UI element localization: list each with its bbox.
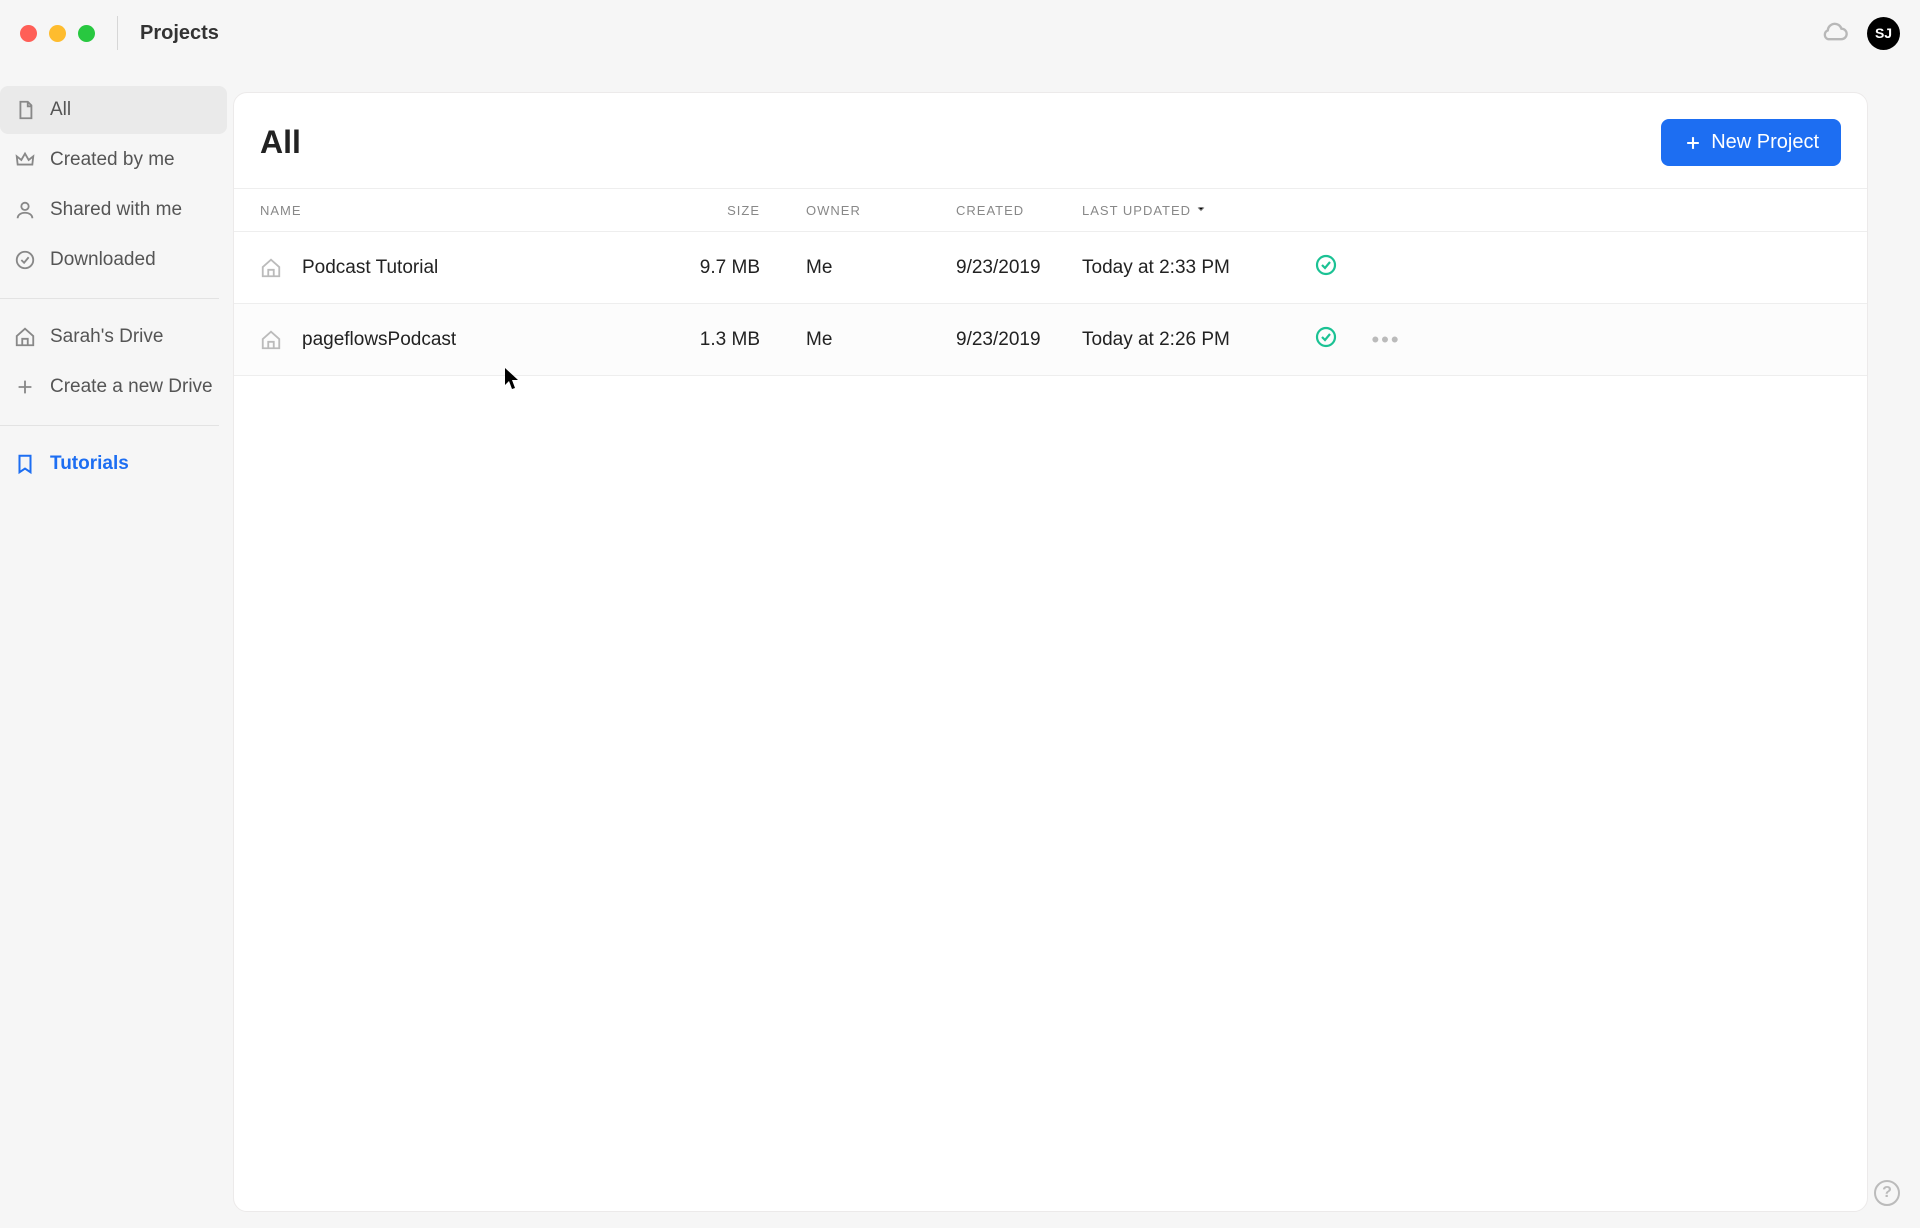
plus-icon xyxy=(14,376,36,398)
project-last-updated: Today at 2:26 PM xyxy=(1082,329,1296,351)
new-project-label: New Project xyxy=(1711,131,1819,154)
home-icon xyxy=(260,257,282,279)
sidebar-filter-all[interactable]: All xyxy=(0,86,227,134)
document-icon xyxy=(14,99,36,121)
sort-descending-icon xyxy=(1195,203,1207,218)
crown-icon xyxy=(14,149,36,171)
minimize-window-button[interactable] xyxy=(49,25,66,42)
main-area: All New Project NAME SIZE OWNER CREATED … xyxy=(233,66,1868,1228)
sidebar-drive-label: Sarah's Drive xyxy=(50,326,163,348)
column-header-created[interactable]: CREATED xyxy=(956,203,1082,218)
column-header-size[interactable]: SIZE xyxy=(660,203,760,218)
project-size: 9.7 MB xyxy=(660,257,760,279)
sidebar-filter-label: All xyxy=(50,99,71,121)
person-icon xyxy=(14,199,36,221)
table-row[interactable]: pageflowsPodcast 1.3 MB Me 9/23/2019 Tod… xyxy=(234,304,1867,376)
sidebar-drive-item[interactable]: Sarah's Drive xyxy=(0,313,227,361)
column-header-last-updated-label: LAST UPDATED xyxy=(1082,203,1191,218)
fullscreen-window-button[interactable] xyxy=(78,25,95,42)
titlebar: Projects SJ xyxy=(0,0,1920,66)
close-window-button[interactable] xyxy=(20,25,37,42)
column-header-owner[interactable]: OWNER xyxy=(806,203,956,218)
sidebar-tutorials-label: Tutorials xyxy=(50,453,129,475)
projects-panel: All New Project NAME SIZE OWNER CREATED … xyxy=(233,92,1868,1212)
user-avatar[interactable]: SJ xyxy=(1867,17,1900,50)
new-project-button[interactable]: New Project xyxy=(1661,119,1841,166)
help-label: ? xyxy=(1882,1184,1892,1202)
help-button[interactable]: ? xyxy=(1874,1180,1900,1206)
table-body: Podcast Tutorial 9.7 MB Me 9/23/2019 Tod… xyxy=(234,232,1867,376)
panel-title: All xyxy=(260,124,301,161)
synced-check-icon xyxy=(1314,325,1338,355)
sidebar-separator xyxy=(0,425,219,426)
sidebar-create-drive-label: Create a new Drive xyxy=(50,376,213,398)
project-created: 9/23/2019 xyxy=(956,257,1082,279)
project-owner: Me xyxy=(806,257,956,279)
bookmark-icon xyxy=(14,453,36,475)
project-owner: Me xyxy=(806,329,956,351)
sidebar-filter-label: Shared with me xyxy=(50,199,182,221)
home-icon xyxy=(14,326,36,348)
sidebar: All Created by me Shared with me Downloa… xyxy=(0,66,233,1228)
sidebar-separator xyxy=(0,298,219,299)
plus-icon xyxy=(1683,133,1703,153)
cloud-sync-icon[interactable] xyxy=(1821,17,1849,50)
table-row[interactable]: Podcast Tutorial 9.7 MB Me 9/23/2019 Tod… xyxy=(234,232,1867,304)
project-created: 9/23/2019 xyxy=(956,329,1082,351)
sidebar-filter-label: Created by me xyxy=(50,149,175,171)
user-initials: SJ xyxy=(1875,25,1892,41)
sidebar-filter-shared-with-me[interactable]: Shared with me xyxy=(0,186,227,234)
window-title: Projects xyxy=(140,22,219,45)
sidebar-filter-downloaded[interactable]: Downloaded xyxy=(0,236,227,284)
sidebar-tutorials[interactable]: Tutorials xyxy=(0,440,227,488)
project-name: Podcast Tutorial xyxy=(302,257,438,279)
sidebar-filter-created-by-me[interactable]: Created by me xyxy=(0,136,227,184)
sidebar-filter-label: Downloaded xyxy=(50,249,156,271)
sidebar-create-drive[interactable]: Create a new Drive xyxy=(0,363,227,411)
column-header-name[interactable]: NAME xyxy=(260,203,660,218)
column-header-last-updated[interactable]: LAST UPDATED xyxy=(1082,203,1296,218)
row-more-actions-button[interactable]: ••• xyxy=(1371,329,1400,351)
home-icon xyxy=(260,329,282,351)
window-controls xyxy=(20,16,118,50)
check-circle-icon xyxy=(14,249,36,271)
table-header: NAME SIZE OWNER CREATED LAST UPDATED xyxy=(234,188,1867,232)
synced-check-icon xyxy=(1314,253,1338,283)
project-last-updated: Today at 2:33 PM xyxy=(1082,257,1296,279)
project-size: 1.3 MB xyxy=(660,329,760,351)
project-name: pageflowsPodcast xyxy=(302,329,456,351)
